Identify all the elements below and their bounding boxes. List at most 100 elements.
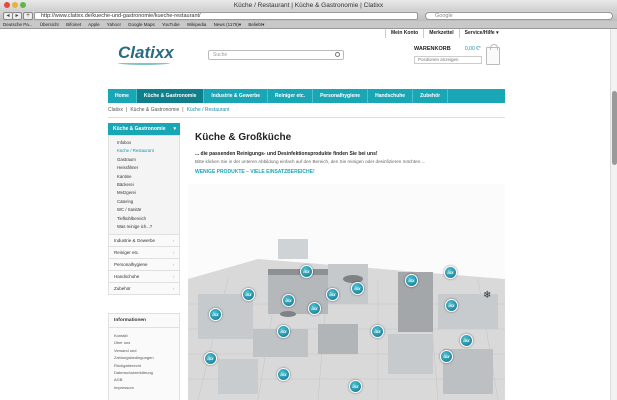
sidebar-subitem-current[interactable]: Küche / Restaurant <box>117 147 179 155</box>
breadcrumb-current[interactable]: Küche / Restaurant <box>187 107 230 113</box>
info-link[interactable]: Kontakt <box>114 332 174 339</box>
close-window-icon[interactable] <box>4 2 10 8</box>
cart-positions-select[interactable]: Positionen anzeigen <box>414 56 482 64</box>
info-link[interactable]: Rückgaberecht <box>114 362 174 369</box>
page-scrollbar[interactable] <box>610 29 617 400</box>
sidebar-subitem[interactable]: Bäckerei <box>117 181 179 189</box>
bookmark-item[interactable]: Apple <box>88 22 100 27</box>
hotspot-button[interactable]: ixx <box>460 334 473 347</box>
nav-home[interactable]: Home <box>108 89 137 103</box>
hotspot-button[interactable]: ixx <box>204 352 217 365</box>
sidebar-subitem[interactable]: Infobox <box>117 139 179 147</box>
hotspot-button[interactable]: ixx <box>308 302 321 315</box>
hotspot-button[interactable]: ixx <box>349 380 362 393</box>
hotspot-button[interactable]: ixx <box>209 308 222 321</box>
nav-industrie-gewerbe[interactable]: Industrie & Gewerbe <box>204 89 269 103</box>
sidebar-category[interactable]: Industrie & Gewerbe <box>108 235 180 248</box>
hotspot-button[interactable]: ixx <box>440 350 453 363</box>
bookmark-item[interactable]: Wikipedia <box>187 22 207 27</box>
hotspot-button[interactable]: ixx <box>242 288 255 301</box>
bookmark-item[interactable]: Deutsche Pa... <box>3 22 33 27</box>
info-link[interactable]: Datenschutzerklärung <box>114 369 174 376</box>
nav-zubehoer[interactable]: Zubehör <box>413 89 449 103</box>
account-link[interactable]: Mein Konto <box>385 29 423 38</box>
forward-arrow-icon[interactable]: ▸ <box>12 12 22 20</box>
snowflake-icon[interactable]: ❄ <box>483 290 491 301</box>
window-title: Küche / Restaurant | Küche & Gastronomie… <box>233 2 384 9</box>
info-link[interactable]: AGB <box>114 376 174 383</box>
bookmark-item[interactable]: Übersicht <box>40 22 59 27</box>
sidebar-subitem[interactable]: Was reinige ich...? <box>117 223 179 231</box>
window-titlebar: Küche / Restaurant | Küche & Gastronomie… <box>0 0 617 11</box>
logo-swoosh <box>118 61 170 65</box>
browser-toolbar: ◂ ▸ + http://www.clatixx.de/kueche-und-g… <box>0 11 617 21</box>
wishlist-link[interactable]: Merkzettel <box>423 29 458 38</box>
shopping-bag-icon[interactable] <box>486 44 500 65</box>
main-navigation: Home Küche & Gastronomie Industrie & Gew… <box>108 89 505 103</box>
sidebar-category[interactable]: Personalhygiene <box>108 259 180 272</box>
products-promo-link[interactable]: WENIGE PRODUKTE – VIELE EINSATZBEREICHE! <box>195 169 315 175</box>
sidebar-category[interactable]: Reiniger etc. <box>108 247 180 260</box>
bookmark-item[interactable]: Google Maps <box>128 22 155 27</box>
web-page: Mein Konto Merkzettel Service/Hilfe ▾ Cl… <box>0 29 610 400</box>
hotspot-button[interactable]: ixx <box>300 265 313 278</box>
hotspot-button[interactable]: ixx <box>277 368 290 381</box>
search-icon[interactable] <box>335 52 340 57</box>
nav-personalhygiene[interactable]: Personalhygiene <box>313 89 369 103</box>
kitchen-scene <box>188 239 505 400</box>
info-link[interactable]: Über uns <box>114 339 174 346</box>
content-divider <box>108 117 505 118</box>
page-title: Küche & Großküche <box>195 132 292 143</box>
hotspot-button[interactable]: ixx <box>444 266 457 279</box>
kitchen-illustration[interactable]: ixx ixx ixx ixx ixx ixx ixx ixx ixx ixx … <box>188 184 505 400</box>
site-search-input[interactable]: Suche <box>208 50 344 60</box>
hotspot-button[interactable]: ixx <box>445 299 458 312</box>
sidebar-category[interactable]: Zubehör <box>108 283 180 296</box>
bookmarks-bar: Deutsche Pa... Übersicht Bifoinet Apple … <box>0 21 617 29</box>
hotspot-button[interactable]: ixx <box>282 294 295 307</box>
sidebar-subitem[interactable]: WC / Sanitär <box>117 206 179 214</box>
window-controls <box>4 2 26 8</box>
nav-handschuhe[interactable]: Handschuhe <box>368 89 414 103</box>
bookmark-item[interactable]: Bifoinet <box>66 22 81 27</box>
bookmark-item[interactable]: YouTube <box>162 22 180 27</box>
hotspot-button[interactable]: ixx <box>277 325 290 338</box>
hotspot-button[interactable]: ixx <box>405 274 418 287</box>
intro-text: ... die passenden Reinigungs- und Desinf… <box>195 151 378 157</box>
sidebar-subitem[interactable]: Gastraum <box>117 156 179 164</box>
hotspot-button[interactable]: ixx <box>371 325 384 338</box>
sidebar-subitem[interactable]: Kantine <box>117 173 179 181</box>
add-bookmark-icon[interactable]: + <box>23 12 33 20</box>
information-links: Kontakt Über uns Versand und Zahlungsbed… <box>109 328 179 395</box>
nav-reiniger[interactable]: Reiniger etc. <box>268 89 314 103</box>
category-sidebar: Küche & Gastronomie Infobox Küche / Rest… <box>108 123 180 296</box>
sidebar-subitem[interactable]: Tiefkühlbereich <box>117 215 179 223</box>
breadcrumb-item[interactable]: Küche & Gastronomie <box>130 107 179 113</box>
sidebar-category[interactable]: Handschuhe <box>108 271 180 284</box>
sidebar-active-category[interactable]: Küche & Gastronomie <box>108 123 180 135</box>
service-menu[interactable]: Service/Hilfe ▾ <box>458 29 504 38</box>
bookmark-item[interactable]: Yahoo! <box>107 22 121 27</box>
bookmark-item[interactable]: News (1176)▾ <box>214 22 241 27</box>
cart-title[interactable]: WARENKORB <box>414 46 451 52</box>
hotspot-button[interactable]: ixx <box>326 288 339 301</box>
hint-text: Bitte klicken Sie in der unteren Abbildu… <box>195 159 426 164</box>
breadcrumb-item[interactable]: Clatixx <box>108 107 123 113</box>
information-box: Informationen Kontakt Über uns Versand u… <box>108 313 180 400</box>
hotspot-button[interactable]: ixx <box>351 282 364 295</box>
info-link[interactable]: Versand und Zahlungsbedingungen <box>114 347 174 362</box>
nav-kueche-gastronomie[interactable]: Küche & Gastronomie <box>136 89 205 103</box>
sidebar-subcategory-list: Infobox Küche / Restaurant Gastraum Heis… <box>108 135 180 236</box>
info-link[interactable]: Impressum <box>114 384 174 391</box>
sidebar-subitem[interactable]: Catering <box>117 198 179 206</box>
sidebar-subitem[interactable]: Metzgerei <box>117 189 179 197</box>
zoom-window-icon[interactable] <box>20 2 26 8</box>
sidebar-subitem[interactable]: Heissfilmer <box>117 164 179 172</box>
browser-search-field[interactable]: Google <box>425 12 613 20</box>
breadcrumb: Clatixx | Küche & Gastronomie | Küche / Rest… <box>108 107 230 113</box>
bookmark-item[interactable]: Beliebt▾ <box>248 22 264 27</box>
minimize-window-icon[interactable] <box>12 2 18 8</box>
scrollbar-thumb[interactable] <box>612 91 617 165</box>
address-bar[interactable]: http://www.clatixx.de/kueche-und-gastron… <box>34 12 418 20</box>
site-logo[interactable]: Clatixx <box>118 43 174 63</box>
